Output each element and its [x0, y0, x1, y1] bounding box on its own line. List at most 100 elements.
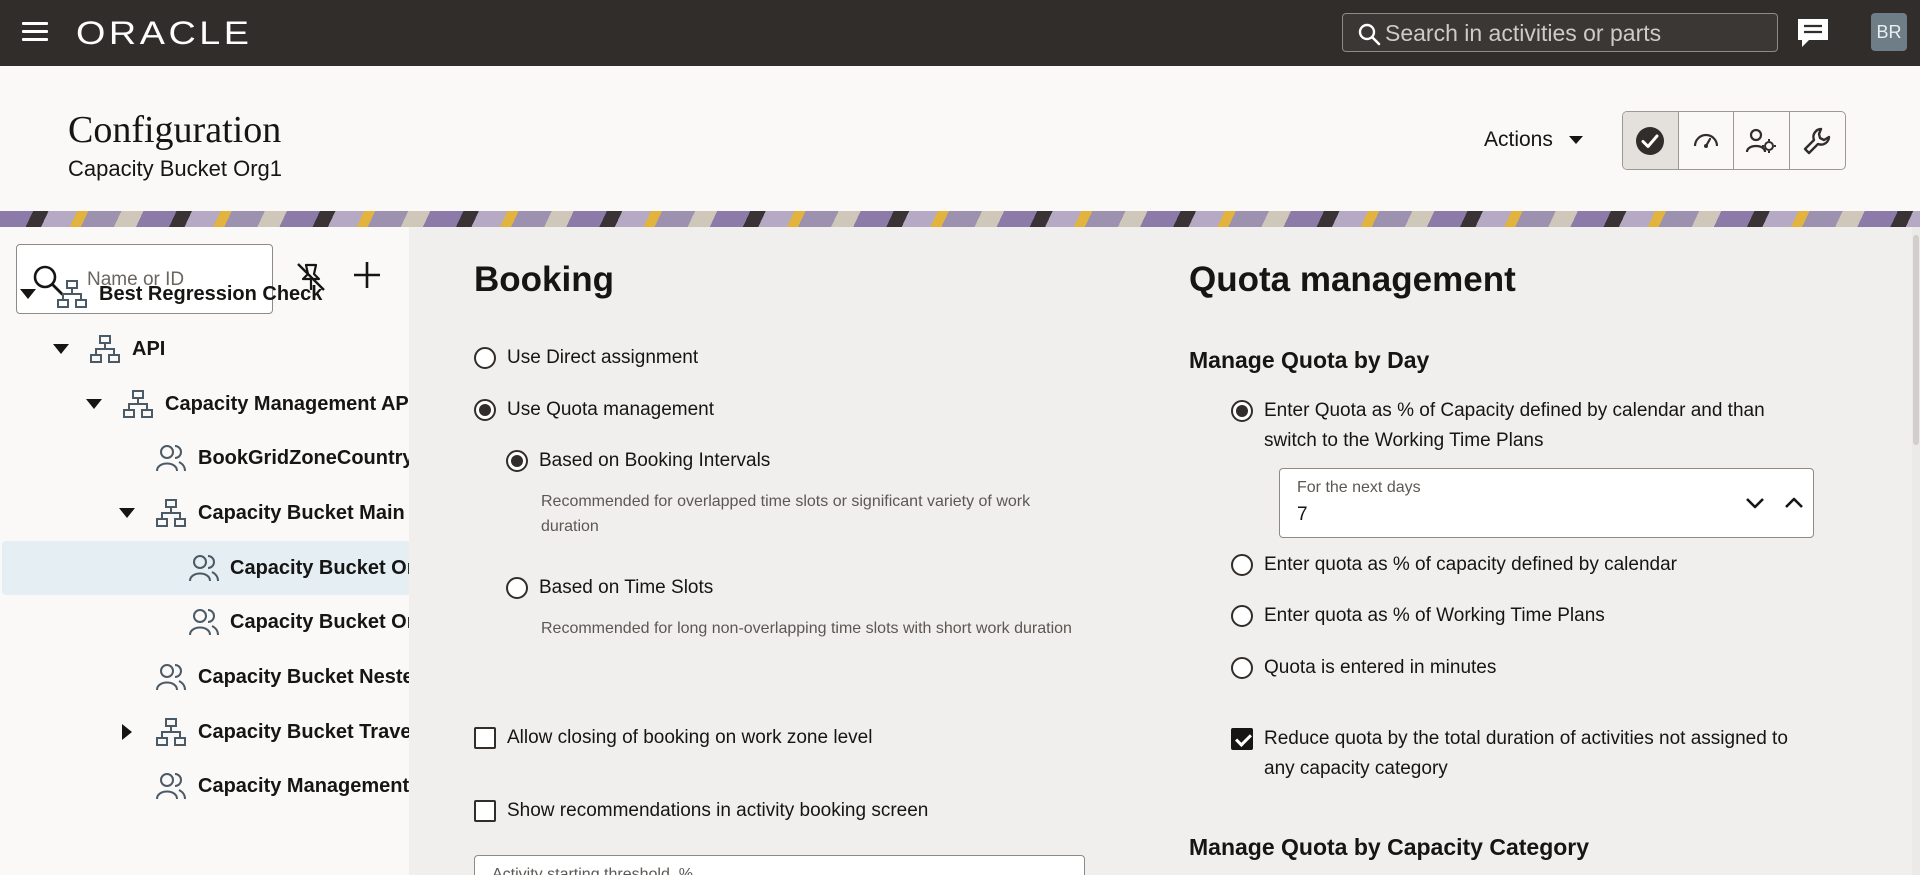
chevron-down-icon: [20, 289, 36, 299]
tree-item-label: Capacity Bucket Travel T: [198, 720, 409, 743]
caret-down-icon: [1568, 136, 1583, 144]
radio-booking-intervals[interactable]: Based on Booking Intervals: [506, 450, 770, 476]
radio-button[interactable]: [1231, 657, 1253, 679]
people-icon: [156, 664, 186, 691]
people-icon: [189, 609, 219, 636]
checkbox[interactable]: [474, 727, 496, 749]
quota-title: Quota management: [1189, 260, 1516, 299]
tree-item[interactable]: BookGridZoneCountryB: [0, 431, 409, 485]
actions-label: Actions: [1484, 128, 1553, 151]
option-label: Reduce quota by the total duration of ac…: [1264, 728, 1788, 779]
radio-quota-calendar[interactable]: Enter quota as % of capacity defined by …: [1231, 554, 1677, 580]
tree-item[interactable]: Best Regression Check: [0, 267, 409, 321]
actions-menu-button[interactable]: Actions: [1484, 128, 1583, 152]
expand-toggle[interactable]: [119, 724, 135, 740]
tree-item-selected[interactable]: Capacity Bucket Org: [2, 541, 409, 595]
tree-item-label: Capacity Bucket Org: [230, 610, 409, 633]
field-label: For the next days: [1297, 479, 1421, 496]
option-label: Quota is entered in minutes: [1264, 657, 1497, 678]
users-settings-button[interactable]: [1734, 112, 1790, 169]
help-text: Recommended for long non-overlapping tim…: [541, 620, 1072, 637]
chevron-right-icon: [122, 724, 132, 740]
settings-content: Booking Use Direct assignment Use Quota …: [409, 227, 1920, 875]
option-label: Allow closing of booking on work zone le…: [507, 727, 873, 748]
tree-item[interactable]: Capacity Bucket Travel T: [0, 705, 409, 759]
checkbox-show-recommendations[interactable]: Show recommendations in activity booking…: [474, 800, 928, 826]
org-hierarchy-icon: [156, 718, 186, 746]
chat-icon[interactable]: [1795, 16, 1831, 55]
people-icon: [189, 555, 219, 582]
radio-button[interactable]: [1231, 400, 1253, 422]
org-hierarchy-icon: [57, 280, 87, 308]
expand-toggle[interactable]: [53, 341, 69, 357]
radio-quota-calendar-then-wtp[interactable]: Enter Quota as % of Capacity defined by …: [1231, 400, 1791, 456]
radio-button[interactable]: [474, 347, 496, 369]
checkbox[interactable]: [474, 800, 496, 822]
tree-item-label: Capacity Management API (: [165, 392, 409, 415]
expand-toggle[interactable]: [86, 396, 102, 412]
option-label: Enter quota as % of capacity defined by …: [1264, 554, 1677, 575]
option-label: Enter Quota as % of Capacity defined by …: [1264, 400, 1765, 451]
radio-button[interactable]: [506, 450, 528, 472]
wrench-button[interactable]: [1790, 112, 1846, 169]
radio-quota-management[interactable]: Use Quota management: [474, 399, 714, 425]
chevron-down-icon: [119, 508, 135, 518]
tree-item[interactable]: Capacity Management A: [0, 759, 409, 813]
org-hierarchy-icon: [90, 335, 120, 363]
checkbox-reduce-quota[interactable]: Reduce quota by the total duration of ac…: [1231, 728, 1791, 784]
tree-item-label: Capacity Bucket Org: [230, 556, 409, 579]
option-label: Based on Time Slots: [539, 577, 714, 598]
scrollbar-thumb[interactable]: [1913, 235, 1919, 445]
tree-item[interactable]: Capacity Bucket Main: [0, 486, 409, 540]
tree-item-label: BookGridZoneCountryB: [198, 446, 409, 469]
field-value[interactable]: 7: [1297, 504, 1308, 526]
global-search-input[interactable]: [1385, 18, 1765, 48]
scrollbar[interactable]: [1912, 227, 1920, 875]
gauge-icon: [1693, 133, 1718, 148]
decorative-banner: [0, 211, 1920, 227]
tree-item-label: API: [132, 337, 166, 360]
top-bar: ORACLE BR: [0, 0, 1920, 66]
option-label: Based on Booking Intervals: [539, 450, 771, 471]
tree-item[interactable]: Capacity Management API (: [0, 377, 409, 431]
next-days-field[interactable]: For the next days 7: [1279, 468, 1814, 538]
gauge-button[interactable]: [1679, 112, 1734, 169]
tree-item[interactable]: Capacity Bucket Nested: [0, 650, 409, 704]
radio-time-slots[interactable]: Based on Time Slots: [506, 577, 713, 603]
option-label: Use Quota management: [507, 399, 715, 420]
avatar[interactable]: BR: [1871, 13, 1907, 51]
tree-item[interactable]: Capacity Bucket Org: [0, 595, 409, 649]
radio-button[interactable]: [474, 399, 496, 421]
people-icon: [156, 445, 186, 472]
field-label: Activity starting threshold, %: [492, 866, 693, 875]
radio-quota-wtp[interactable]: Enter quota as % of Working Time Plans: [1231, 605, 1605, 631]
chevron-down-icon: [86, 399, 102, 409]
wrench-icon: [1804, 127, 1831, 154]
radio-quota-minutes[interactable]: Quota is entered in minutes: [1231, 657, 1496, 683]
global-search[interactable]: [1342, 13, 1778, 52]
expand-toggle[interactable]: [119, 505, 135, 521]
booking-title: Booking: [474, 260, 614, 299]
chevron-down-icon: [53, 344, 69, 354]
checkmark-circle-icon: [1636, 126, 1665, 155]
user-gear-icon: [1746, 128, 1777, 153]
toolbar-button-group: [1622, 111, 1846, 170]
checkbox-allow-closing[interactable]: Allow closing of booking on work zone le…: [474, 727, 872, 753]
chevron-down-icon[interactable]: [1743, 491, 1767, 520]
expand-toggle[interactable]: [20, 286, 36, 302]
checkbox[interactable]: [1231, 728, 1253, 750]
radio-button[interactable]: [506, 577, 528, 599]
menu-icon[interactable]: [22, 22, 48, 42]
threshold-field[interactable]: Activity starting threshold, %: [474, 855, 1085, 875]
chevron-up-icon[interactable]: [1782, 491, 1806, 520]
tree-item-label: Capacity Bucket Main: [198, 501, 405, 524]
tree-item[interactable]: API: [0, 322, 409, 376]
option-label: Enter quota as % of Working Time Plans: [1264, 605, 1605, 626]
by-day-subtitle: Manage Quota by Day: [1189, 347, 1430, 373]
radio-direct-assignment[interactable]: Use Direct assignment: [474, 347, 698, 373]
checkmark-button[interactable]: [1623, 112, 1679, 169]
option-label: Show recommendations in activity booking…: [507, 800, 929, 821]
tree-item-label: Best Regression Check: [99, 282, 323, 305]
radio-button[interactable]: [1231, 554, 1253, 576]
radio-button[interactable]: [1231, 605, 1253, 627]
